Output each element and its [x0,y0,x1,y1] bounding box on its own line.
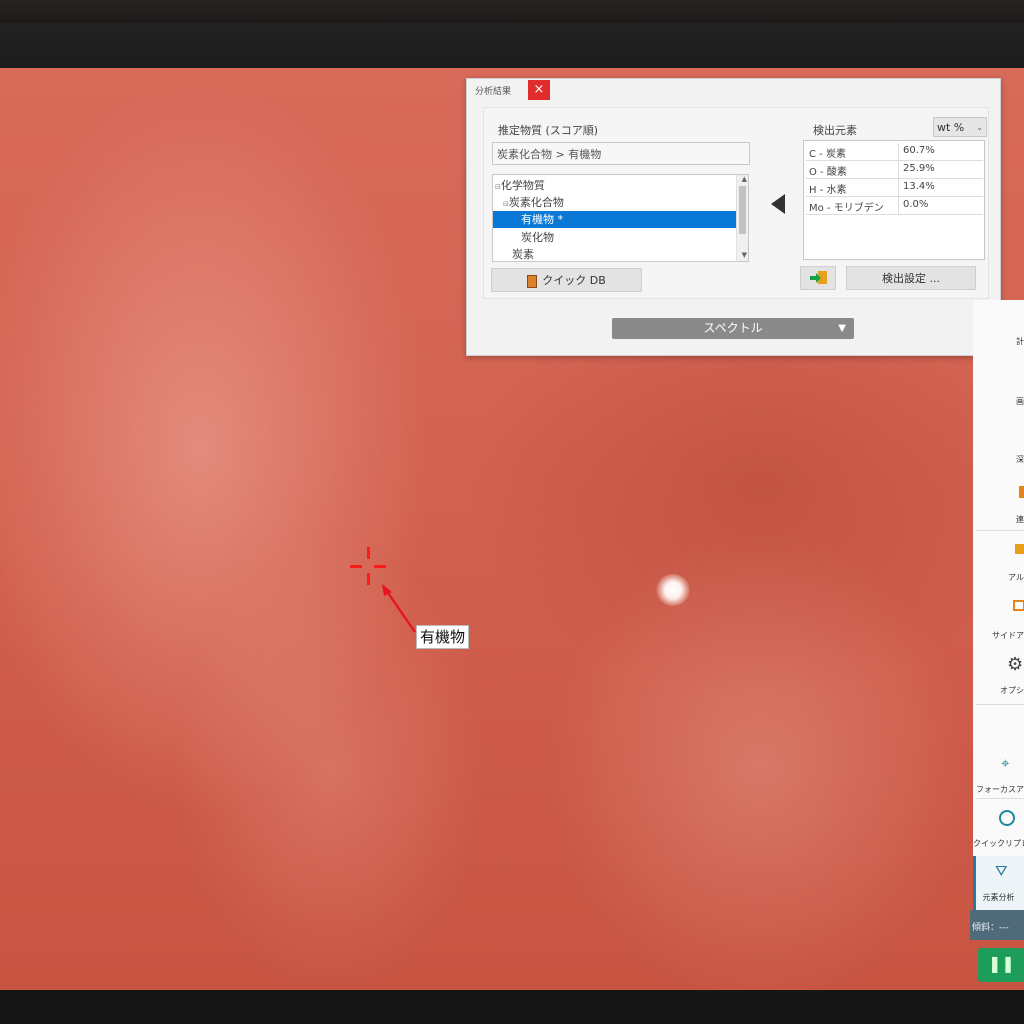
export-icon [810,271,827,284]
tree-scrollbar[interactable]: ▲ ▼ [736,175,748,261]
pause-button[interactable]: ❚❚ [978,948,1024,982]
scroll-up-icon[interactable]: ▲ [742,175,747,183]
quick-replay-icon [999,810,1015,826]
table-row[interactable]: Mo - モリブデン 0.0% [806,197,983,215]
side-app-icon [1013,600,1024,611]
side-item-sideapp[interactable]: サイドア [973,630,1024,641]
side-item-focus[interactable]: フォーカスア [973,784,1024,795]
bright-spot [656,574,690,606]
scroll-down-icon[interactable]: ▼ [742,251,747,259]
quick-db-button[interactable]: クイック DB [491,268,642,292]
chevron-down-icon: ⌄ [976,123,983,132]
spectrum-button[interactable]: スペクトル ▼ [612,318,854,339]
detect-settings-button[interactable]: 検出設定 ... [846,266,976,290]
substance-tree[interactable]: ⊟化学物質 ⊟炭素化合物 有機物 * 炭化物 炭素 ▲ ▼ [492,174,749,262]
side-item-element-analysis[interactable]: 元素分析 [973,892,1024,903]
tilt-readout: 傾斜：--- [972,923,1009,933]
close-button[interactable]: × [528,80,550,100]
book-icon [527,274,538,288]
tree-item-organic[interactable]: 有機物 * [493,211,736,228]
scroll-thumb[interactable] [739,186,746,234]
side-item-quick-replay[interactable]: クイックリプレ [973,838,1024,849]
element-analysis-icon: ⛛ [995,862,1008,880]
side-item-depth[interactable]: 深 [973,454,1024,465]
side-toolbar: 計 画 深 連 アル サイドア ⚙ オプシ ⌖ フォーカスア クイックリプレ ⛛… [973,300,1024,910]
side-item-2[interactable]: 画 [973,396,1024,407]
side-item-album[interactable]: アル [973,572,1024,583]
export-button[interactable] [800,266,836,290]
monitor-bezel-bottom [0,990,1024,1024]
dropdown-triangle-icon: ▼ [838,323,846,334]
monitor-bezel-top [0,0,1024,72]
table-row[interactable]: O - 酸素 25.9% [806,161,983,179]
arrow-left-icon[interactable] [771,194,785,214]
side-item-1[interactable]: 計 [973,336,1024,347]
unit-select[interactable]: wt % ⌄ [933,117,987,137]
focus-map-icon: ⌖ [1001,754,1010,772]
table-row[interactable]: C - 炭素 60.7% [806,143,983,161]
estimated-substance-field: 炭素化合物 > 有機物 [492,142,750,165]
pause-icon: ❚❚ [988,954,1015,973]
detected-elements-label: 検出元素 [813,124,857,137]
album-icon [1015,544,1024,554]
gear-icon: ⚙ [1007,654,1024,675]
tree-item-carbon[interactable]: 炭素 [512,246,712,261]
dialog-title: 分析結果 [475,87,512,97]
marker-label: 有機物 [416,625,470,649]
elements-table: C - 炭素 60.7% O - 酸素 25.9% H - 水素 13.4% Mo -… [803,140,985,260]
side-item-link[interactable]: 連 [973,514,1024,525]
side-item-options[interactable]: オプシ [973,685,1024,696]
tree-item-carbide[interactable]: 炭化物 [521,229,721,246]
tree-item-chemical[interactable]: ⊟化学物質 [495,177,735,194]
tree-item-carbon-compound[interactable]: ⊟炭素化合物 [503,194,735,211]
table-row[interactable]: H - 水素 13.4% [806,179,983,197]
link-icon [1019,486,1024,498]
estimated-substance-label: 推定物質 (スコア順) [498,124,599,137]
